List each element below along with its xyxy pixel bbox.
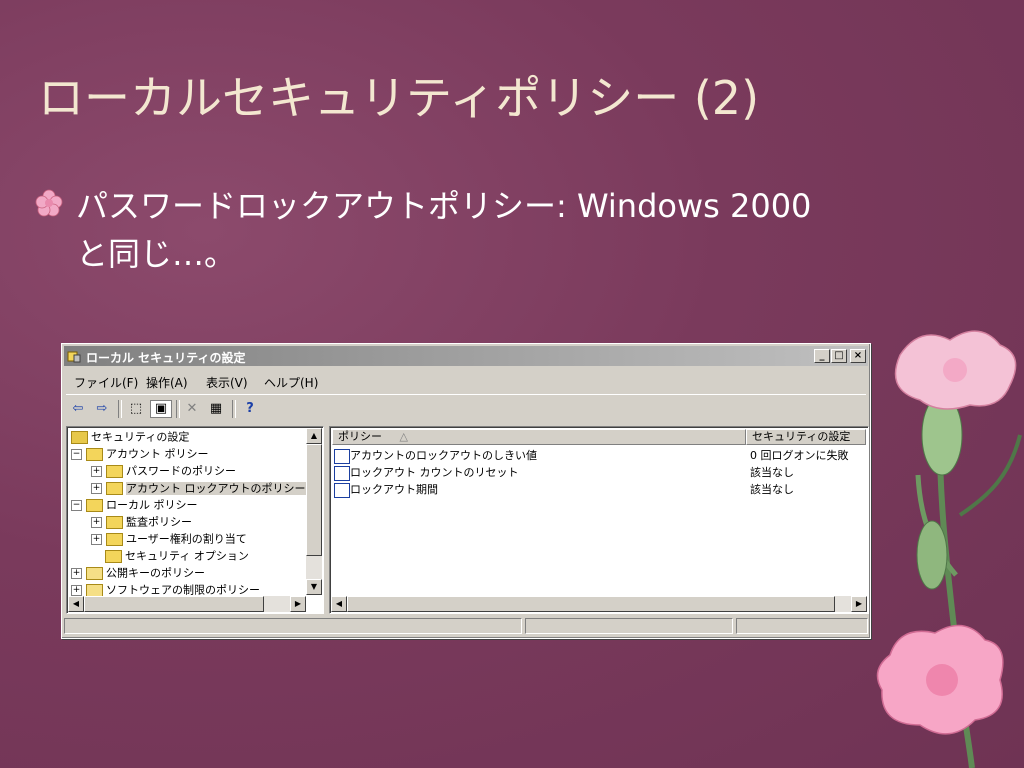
bullet-text: パスワードロックアウトポリシー: Windows 2000 と同じ…。 <box>76 182 896 278</box>
status-cell <box>736 618 868 634</box>
expand-icon[interactable]: + <box>91 533 102 545</box>
folder-locked-icon <box>106 532 123 546</box>
menu-help[interactable]: ヘルプ(H) <box>264 374 318 391</box>
column-header-policy[interactable]: ポリシー △ <box>332 429 746 445</box>
folder-locked-icon <box>106 481 123 495</box>
export-list-icon[interactable]: ▦ <box>206 400 226 418</box>
carnation-decoration <box>876 330 1022 768</box>
list-row[interactable]: ロックアウト期間 該当なし <box>332 481 866 498</box>
policy-setting-icon <box>334 466 350 481</box>
collapse-icon[interactable]: − <box>71 448 82 460</box>
expand-icon[interactable]: + <box>71 584 82 596</box>
scroll-down-button[interactable]: ▼ <box>306 579 322 595</box>
tree-item-audit-policy[interactable]: + 監査ポリシー <box>91 513 192 530</box>
expand-icon[interactable]: + <box>91 516 102 528</box>
scroll-thumb[interactable] <box>84 596 264 612</box>
list-row[interactable]: ロックアウト カウントのリセット 該当なし <box>332 464 866 481</box>
folder-icon <box>86 566 103 580</box>
policy-setting-icon <box>334 483 350 498</box>
tree-item-password-policy[interactable]: + パスワードのポリシー <box>91 462 236 479</box>
show-tree-icon[interactable]: ▣ <box>150 400 172 418</box>
tree-item-local-policy[interactable]: − ローカル ポリシー <box>71 496 198 513</box>
folder-icon <box>86 583 103 597</box>
folder-locked-icon <box>86 447 103 461</box>
tree-item-security-options[interactable]: セキュリティ オプション <box>105 547 249 564</box>
tree-horizontal-scrollbar[interactable]: ◀ ▶ <box>68 596 306 612</box>
maximize-button[interactable]: □ <box>831 349 847 363</box>
scroll-up-button[interactable]: ▲ <box>306 428 322 444</box>
column-header-security-setting[interactable]: セキュリティの設定 <box>746 429 866 445</box>
menu-bar: ファイル(F) 操作(A) 表示(V) ヘルプ(H) <box>66 370 866 392</box>
tree-item-account-lockout-policy[interactable]: + アカウント ロックアウトのポリシー <box>91 479 306 496</box>
folder-locked-icon <box>106 464 123 478</box>
folder-locked-icon <box>105 549 122 563</box>
toolbar-separator <box>176 400 180 418</box>
security-settings-icon <box>67 351 81 363</box>
list-row[interactable]: アカウントのロックアウトのしきい値 0 回ログオンに失敗 <box>332 447 866 464</box>
local-security-settings-window: ローカル セキュリティの設定 _ □ × ファイル(F) 操作(A) 表示(V)… <box>61 343 871 639</box>
folder-locked-icon <box>106 515 123 529</box>
tree-item-user-rights[interactable]: + ユーザー権利の割り当て <box>91 530 247 547</box>
bullet-line-2: と同じ…。 <box>76 235 237 273</box>
back-arrow-icon[interactable]: ⇦ <box>68 400 88 418</box>
security-root-icon <box>71 430 88 444</box>
minimize-button[interactable]: _ <box>814 349 830 363</box>
sort-ascending-icon: △ <box>399 430 408 443</box>
status-bar <box>64 616 868 636</box>
status-cell <box>525 618 733 634</box>
list-horizontal-scrollbar[interactable]: ◀ ▶ <box>331 596 867 612</box>
folder-locked-icon <box>86 498 103 512</box>
scroll-thumb[interactable] <box>347 596 835 612</box>
tree-pane[interactable]: セキュリティの設定 − アカウント ポリシー + パスワードのポリシー + アカウント… <box>66 426 324 614</box>
scroll-right-button[interactable]: ▶ <box>290 596 306 612</box>
help-icon[interactable]: ? <box>240 400 260 418</box>
expand-icon[interactable]: + <box>91 465 102 477</box>
title-bar[interactable]: ローカル セキュリティの設定 _ □ × <box>64 346 868 366</box>
tree-item-public-key-policy[interactable]: + 公開キーのポリシー <box>71 564 205 581</box>
menu-view[interactable]: 表示(V) <box>206 374 248 391</box>
collapse-icon[interactable]: − <box>71 499 82 511</box>
scroll-thumb[interactable] <box>306 444 322 556</box>
delete-icon[interactable]: ✕ <box>182 400 202 418</box>
window-title: ローカル セキュリティの設定 <box>86 351 246 365</box>
status-cell <box>64 618 522 634</box>
tree-item-account-policy[interactable]: − アカウント ポリシー <box>71 445 209 462</box>
scroll-left-button[interactable]: ◀ <box>331 596 347 612</box>
tree-vertical-scrollbar[interactable]: ▲ ▼ <box>306 428 322 595</box>
policy-setting-icon <box>334 449 350 464</box>
toolbar: ⇦ ⇨ ⬚ ▣ ✕ ▦ ? <box>66 394 866 423</box>
bullet-line-1: パスワードロックアウトポリシー: Windows 2000 <box>76 187 812 225</box>
slide-title: ローカルセキュリティポリシー (2) <box>38 71 760 125</box>
menu-file[interactable]: ファイル(F) <box>74 374 138 391</box>
scroll-left-button[interactable]: ◀ <box>68 596 84 612</box>
toolbar-separator <box>118 400 122 418</box>
flower-bullet-icon <box>35 189 63 217</box>
tree-item-security-settings[interactable]: セキュリティの設定 <box>71 428 189 445</box>
up-folder-icon[interactable]: ⬚ <box>126 400 146 418</box>
expand-icon[interactable]: + <box>71 567 82 579</box>
menu-action[interactable]: 操作(A) <box>146 374 188 391</box>
policy-list-pane[interactable]: ポリシー △ セキュリティの設定 アカウントのロックアウトのしきい値 0 回ログ… <box>329 426 869 614</box>
expand-icon[interactable]: + <box>91 482 102 494</box>
forward-arrow-icon[interactable]: ⇨ <box>92 400 112 418</box>
toolbar-separator <box>232 400 236 418</box>
